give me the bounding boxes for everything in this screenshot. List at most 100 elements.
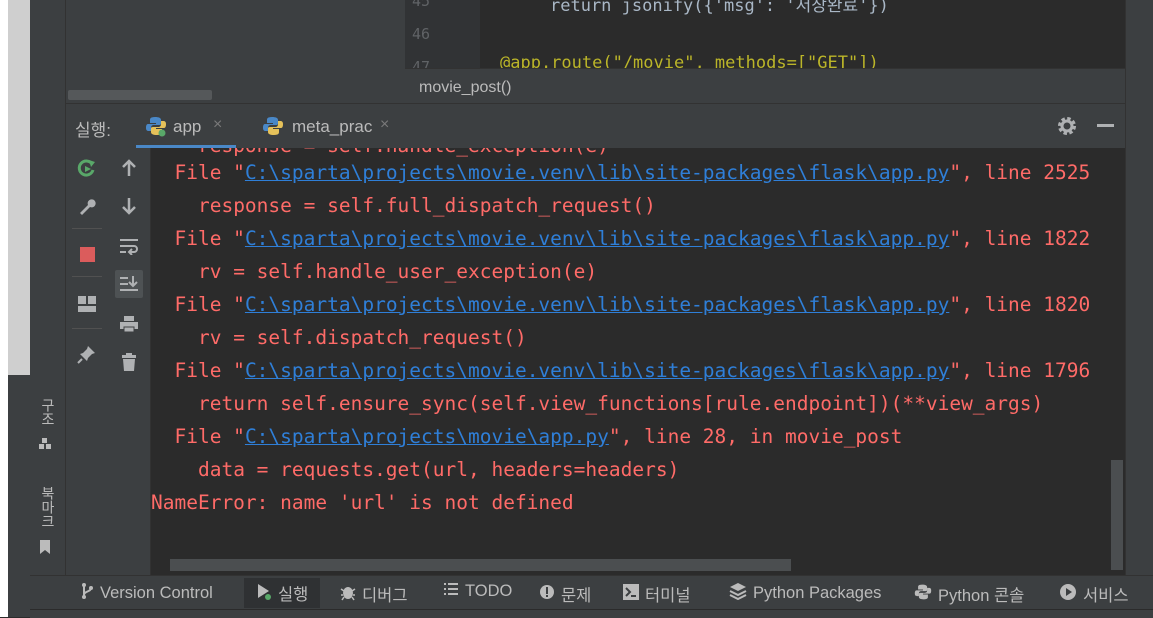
line-reference: ", line 28, in movie_post [608,425,903,448]
debug-tool-label: 디버그 [362,587,408,605]
toolbar-separator [72,328,102,329]
breadcrumb-item[interactable]: movie_post() [419,79,511,97]
debug-tool-button[interactable]: 디버그 [340,582,408,606]
bug-icon [340,583,356,606]
traceback-file-line: File "C:\sparta\projects\movie\app.py", … [151,425,902,448]
tab-app[interactable]: app × [142,104,242,149]
rerun-icon[interactable] [73,154,101,182]
toolbar-separator [72,228,102,229]
editor-gutter: 45 46 47 [405,0,499,76]
file-prefix: File " [174,293,245,316]
python-packages-tool-button[interactable]: Python Packages [729,582,881,605]
code-text: rv = self.dispatch_request() [197,326,527,349]
code-text: response = self.full_dispatch_request() [197,194,656,217]
file-path-link[interactable]: C:\sparta\projects\movie.venv\lib\site-p… [245,359,949,382]
run-icon [256,582,272,605]
file-prefix: File " [174,227,245,250]
python-icon [914,583,932,606]
arrow-up-icon[interactable] [115,154,143,182]
traceback-code-line: return self.ensure_sync(self.view_functi… [151,392,1043,415]
file-path-link[interactable]: C:\sparta\projects\movie\app.py [245,425,609,448]
layers-icon [729,582,747,605]
list-icon [443,582,459,601]
line-number: 46 [412,25,431,43]
file-prefix: File " [174,359,245,382]
python-icon [262,115,284,142]
code-text: rv = self.handle_user_exception(e) [197,260,598,283]
console-horizontal-scrollbar[interactable] [170,559,791,571]
line-number: 45 [412,0,431,10]
traceback-file-line: File "C:\sparta\projects\movie.venv\lib\… [151,293,1090,316]
console-output[interactable]: response = self.handle_exception(e) File… [151,148,1125,560]
tab-meta-prac-label: meta_prac [292,117,373,136]
tool-window-bar: Version Control 실행 디버그 TODO 문제 터미널 Pytho… [30,575,1153,610]
arrow-down-icon[interactable] [115,192,143,220]
soft-wrap-icon[interactable] [115,232,143,260]
line-reference: ", line 2525 [949,161,1091,184]
branch-icon [80,582,94,605]
code-text: response = self.handle_exception(e) [198,148,609,157]
print-icon[interactable] [115,310,143,338]
left-gutter-lower [8,375,30,617]
stop-icon[interactable] [73,240,101,268]
gear-icon[interactable] [1056,115,1078,142]
tab-app-close-icon[interactable]: × [213,116,222,134]
run-tool-button[interactable]: 실행 [244,578,321,608]
project-panel [66,0,405,103]
bookmarks-label: 북마크 [40,486,56,528]
terminal-icon [623,583,639,605]
file-path-link[interactable]: C:\sparta\projects\movie.venv\lib\site-p… [245,227,949,250]
python-packages-label: Python Packages [753,584,882,602]
minimize-icon[interactable] [1097,124,1114,127]
services-label: 서비스 [1083,587,1129,605]
python-console-tool-button[interactable]: Python 콘솔 [914,582,1024,606]
traceback-code-line: response = self.handle_exception(e) [151,148,609,157]
structure-label: 구조 [40,398,56,426]
tab-meta-prac[interactable]: meta_prac × [262,104,402,149]
file-path-link[interactable]: C:\sparta\projects\movie.venv\lib\site-p… [245,293,949,316]
python-console-label: Python 콘솔 [938,587,1025,605]
problems-tool-button[interactable]: 문제 [539,582,591,606]
terminal-tool-label: 터미널 [645,587,691,605]
line-reference: ", line 1822 [949,227,1091,250]
terminal-tool-button[interactable]: 터미널 [623,582,691,606]
services-icon [1059,583,1077,606]
traceback-file-line: File "C:\sparta\projects\movie.venv\lib\… [151,227,1090,250]
right-tool-strip [1125,0,1153,575]
traceback-file-line: File "C:\sparta\projects\movie.venv\lib\… [151,359,1090,382]
file-path-link[interactable]: C:\sparta\projects\movie.venv\lib\site-p… [245,161,949,184]
code-text: data = requests.get(url, headers=headers… [197,458,680,481]
version-control-button[interactable]: Version Control [80,582,213,605]
line-reference: ", line 1796 [949,359,1091,382]
traceback-code-line: rv = self.handle_user_exception(e) [151,260,597,283]
problems-icon [539,584,555,605]
console-vertical-scrollbar[interactable] [1111,460,1123,570]
scroll-to-end-icon[interactable] [115,270,143,298]
layout-icon[interactable] [73,290,101,318]
version-control-label: Version Control [100,584,213,602]
wrench-icon[interactable] [73,192,101,220]
run-toolbar-primary [66,148,110,575]
left-gutter [8,0,30,375]
trash-icon[interactable] [115,348,143,376]
run-toolbar-secondary [110,148,151,575]
run-tool-window-header: 실행: app × meta_prac × [66,103,1125,150]
editor-code-area[interactable]: return jsonify({'msg': '저장완료'}) @app.rou… [480,0,1125,68]
traceback-file-line: File "C:\sparta\projects\movie.venv\lib\… [151,161,1090,184]
traceback-code-line: response = self.full_dispatch_request() [151,194,656,217]
breadcrumb: movie_post() [405,68,1125,104]
code-line: return jsonify({'msg': '저장완료'}) [550,0,889,16]
code-line: @app.route("/movie", methods=["GET"]) [500,53,879,68]
traceback-code-line: rv = self.dispatch_request() [151,326,527,349]
todo-tool-label: TODO [465,582,513,600]
project-panel-scrollbar[interactable] [68,90,212,100]
tab-app-label: app [173,117,202,136]
window-edge [0,0,8,617]
todo-tool-button[interactable]: TODO [443,582,512,601]
code-text: return self.ensure_sync(self.view_functi… [197,392,1044,415]
run-tool-label: 실행 [278,586,309,604]
error-message-line: NameError: name 'url' is not defined [151,491,574,514]
pin-icon[interactable] [73,340,101,368]
tab-meta-prac-close-icon[interactable]: × [380,116,389,134]
services-tool-button[interactable]: 서비스 [1059,582,1129,606]
